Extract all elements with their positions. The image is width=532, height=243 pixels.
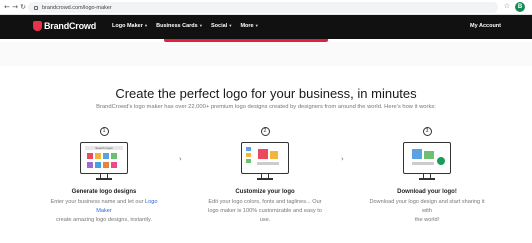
page-subtitle: BrandCrowd's logo maker has over 22,000+… xyxy=(96,104,436,110)
menu-logo-maker[interactable]: Logo Maker ▾ xyxy=(112,23,147,29)
step-download: 3 Download your logo! Download your logo… xyxy=(367,127,487,225)
address-bar[interactable]: brandcrowd.com/logo-maker xyxy=(28,2,498,13)
editor-swatch xyxy=(246,159,251,163)
screen-search-bar: Search logos xyxy=(85,146,123,150)
editor-swatch xyxy=(246,153,251,157)
monitor-base xyxy=(257,178,273,180)
step-title: Customize your logo xyxy=(235,188,295,195)
logo-name-line xyxy=(257,162,279,165)
logo-preview xyxy=(412,149,422,159)
step-desc-text: Enter your business name and let our xyxy=(50,198,146,205)
logo-tile xyxy=(103,153,109,159)
browser-toolbar: ← → ↻ brandcrowd.com/logo-maker ☆ B xyxy=(0,0,532,15)
brand-logo-icon xyxy=(33,21,42,31)
step-desc-text: the world! xyxy=(414,216,440,223)
logo-preview-accent xyxy=(424,151,434,159)
step-generate: 1 Search logos Generate logo designs Ent… xyxy=(44,127,164,225)
monitor-base xyxy=(96,178,112,180)
download-check-icon xyxy=(437,157,445,165)
page-title: Create the perfect logo for your busines… xyxy=(115,86,417,101)
chevron-right-icon: › xyxy=(179,155,182,163)
menu-label: More xyxy=(240,23,254,29)
site-header: BrandCrowd Logo Maker ▾ Business Cards ▾ S… xyxy=(0,15,532,39)
logo-tile xyxy=(87,162,93,168)
monitor-illustration xyxy=(403,142,451,174)
chevron-down-icon: ▾ xyxy=(255,23,258,29)
chevron-down-icon: ▾ xyxy=(199,23,202,29)
logo-preview xyxy=(258,149,268,159)
step-description: Download your logo design and start shar… xyxy=(367,198,487,225)
step-description: Edit your logo colors, fonts and tagline… xyxy=(205,198,325,225)
monitor-illustration: Search logos xyxy=(80,142,128,174)
menu-business-cards[interactable]: Business Cards ▾ xyxy=(156,23,202,29)
brand-logo[interactable]: BrandCrowd xyxy=(33,21,96,31)
monitor-illustration xyxy=(241,142,289,174)
chevron-right-icon: › xyxy=(341,155,344,163)
chevron-down-icon: ▾ xyxy=(144,23,148,29)
logo-tile xyxy=(95,162,101,168)
step-number: 2 xyxy=(260,127,270,136)
chevron-down-icon: ▾ xyxy=(229,23,232,29)
hero-band xyxy=(0,42,532,66)
logo-name-line xyxy=(412,162,434,165)
logo-tile xyxy=(103,162,109,168)
step-title: Download your logo! xyxy=(397,188,457,195)
step-title: Generate logo designs xyxy=(71,188,137,195)
menu-more[interactable]: More ▾ xyxy=(240,23,257,29)
step-desc-text: Edit your logo colors, fonts and tagline… xyxy=(208,198,322,205)
step-desc-text: Download your logo design and start shar… xyxy=(369,198,485,214)
main-menu: Logo Maker ▾ Business Cards ▾ Social ▾ More… xyxy=(112,23,258,29)
profile-avatar[interactable]: B xyxy=(515,2,525,12)
logo-tile xyxy=(111,153,117,159)
menu-label: Social xyxy=(210,23,228,29)
step-desc-text: logo maker is 100% customizable and easy… xyxy=(208,207,322,223)
logo-tile xyxy=(95,153,101,159)
my-account-link[interactable]: My Account xyxy=(470,23,501,29)
monitor-base xyxy=(419,178,435,180)
step-desc-text: create amazing logo designs, instantly. xyxy=(56,216,152,223)
step-number: 1 xyxy=(99,127,109,136)
editor-swatch xyxy=(246,147,251,151)
step-customize: 2 Customize your logo Edit your logo col… xyxy=(205,127,325,225)
step-number: 3 xyxy=(422,127,432,136)
logo-tile xyxy=(111,162,117,168)
menu-label: Logo Maker xyxy=(112,23,143,29)
brand-name: BrandCrowd xyxy=(44,21,97,31)
step-description: Enter your business name and let our Log… xyxy=(44,198,164,225)
url-text: brandcrowd.com/logo-maker xyxy=(42,4,112,11)
logo-preview-accent xyxy=(270,151,278,159)
bookmark-star-icon[interactable]: ☆ xyxy=(504,2,510,10)
lock-icon xyxy=(34,5,38,10)
menu-label: Business Cards xyxy=(156,23,198,29)
logo-tile xyxy=(87,153,93,159)
menu-social[interactable]: Social ▾ xyxy=(211,23,231,29)
reload-icon[interactable]: ↻ xyxy=(18,3,28,11)
